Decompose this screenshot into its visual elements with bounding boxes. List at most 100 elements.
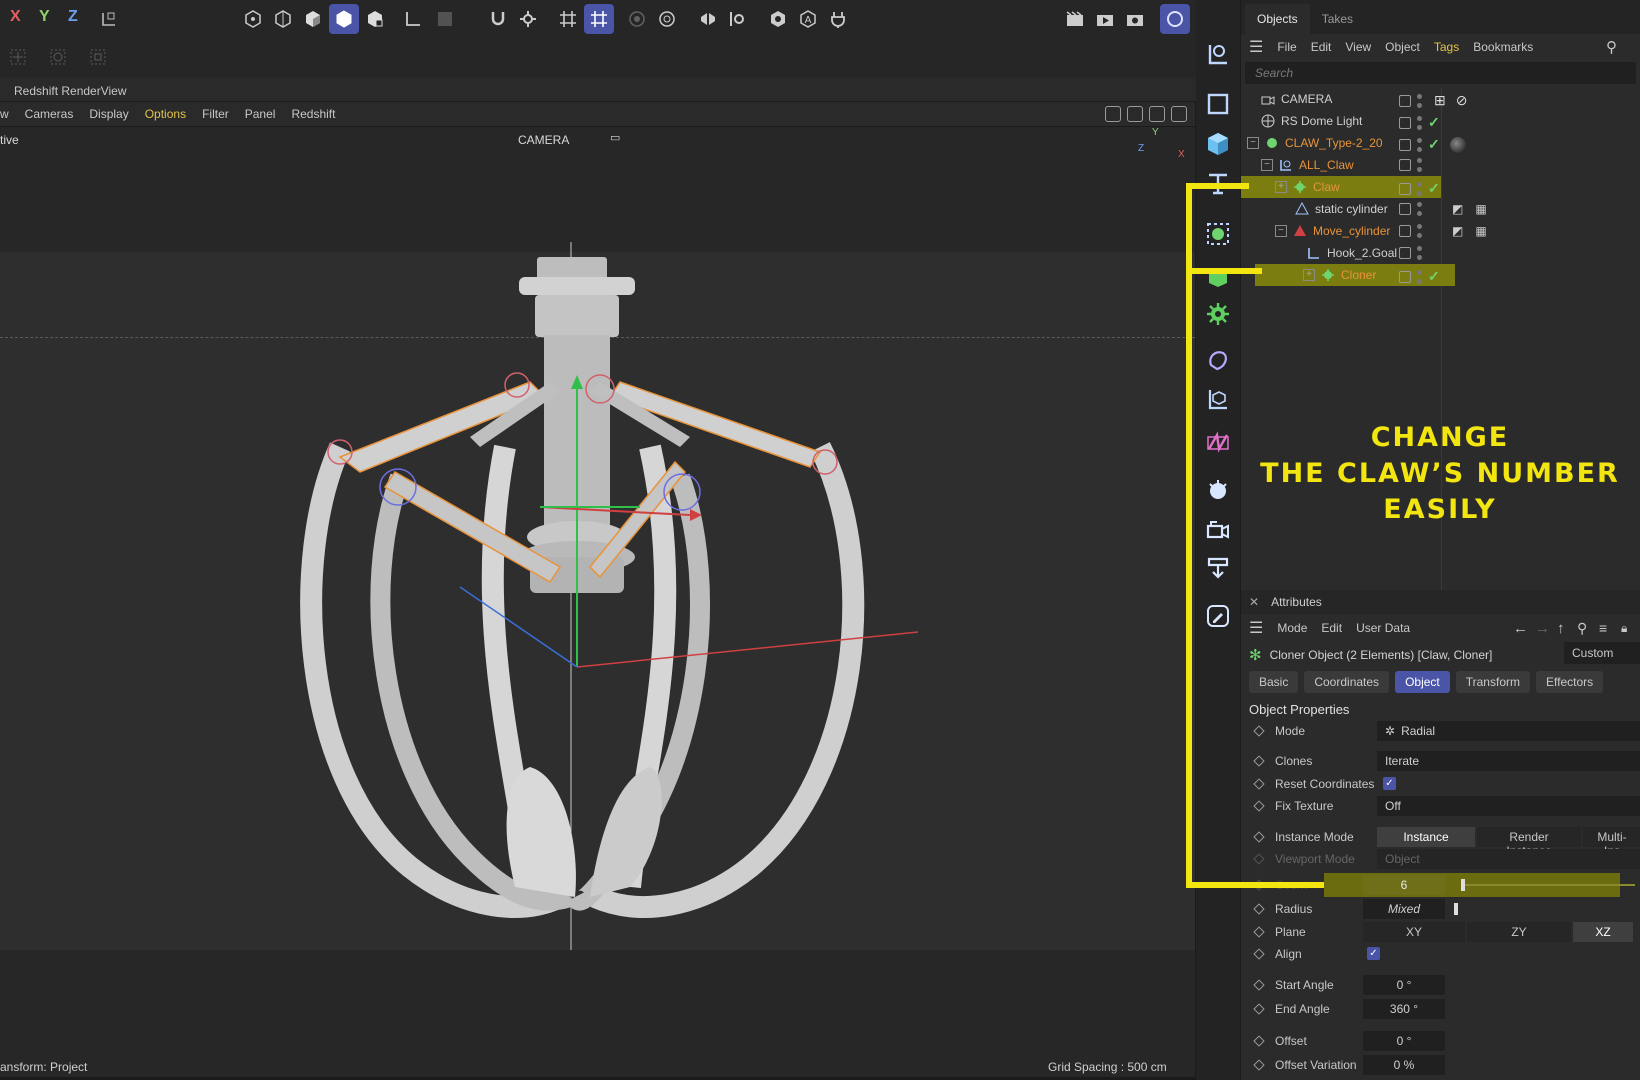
forward-arrow-icon[interactable]: → <box>1535 620 1550 637</box>
model-mode-icon[interactable] <box>238 4 268 34</box>
spline-wrap-icon[interactable] <box>1202 426 1234 458</box>
offset-input[interactable]: 0 ° <box>1363 1031 1445 1051</box>
viewport-mode-dropdown[interactable]: Object <box>1377 849 1640 869</box>
menu-edit[interactable]: Edit <box>1311 40 1332 54</box>
plane-xz-option[interactable]: XZ <box>1573 922 1633 942</box>
back-arrow-icon[interactable]: ← <box>1513 620 1528 637</box>
keyframe-diamond-icon[interactable] <box>1253 979 1265 991</box>
render-region-icon[interactable] <box>1060 4 1090 34</box>
edit-flag-icon[interactable] <box>1399 159 1411 171</box>
menu-tags[interactable]: Tags <box>1434 40 1459 54</box>
edit-flag-icon[interactable] <box>1399 94 1411 107</box>
rotate-tool-icon[interactable] <box>43 42 73 72</box>
phong-tag-icon[interactable]: ◩ <box>1452 202 1463 216</box>
edit-flag-icon[interactable] <box>1399 247 1411 259</box>
redshift-ipr-icon[interactable] <box>1160 4 1190 34</box>
maximize-view-icon[interactable] <box>1171 106 1187 122</box>
locking-icon[interactable] <box>763 4 793 34</box>
menu-bookmarks[interactable]: Bookmarks <box>1473 40 1533 54</box>
close-icon[interactable]: ✕ <box>1249 595 1259 609</box>
edit-flag-icon[interactable] <box>1399 138 1411 151</box>
edit-flag-icon[interactable] <box>1399 116 1411 129</box>
protection-tag-icon[interactable]: ⊘ <box>1456 92 1468 109</box>
menu-redshift[interactable]: Redshift <box>291 107 335 121</box>
collapse-icon[interactable]: − <box>1275 225 1287 237</box>
coordinate-system-icon[interactable] <box>94 4 124 34</box>
filter-icon[interactable]: ≡ <box>1599 620 1607 636</box>
tree-row-static-cylinder[interactable]: static cylinder ◩ ▦ <box>1241 198 1640 220</box>
phong-tag-icon[interactable]: ◩ <box>1452 224 1463 238</box>
texture-mode-icon[interactable] <box>430 4 460 34</box>
collapse-icon[interactable]: − <box>1247 137 1259 149</box>
mode-dropdown[interactable]: ✲ Radial <box>1377 721 1640 741</box>
cube-icon[interactable] <box>1202 128 1234 160</box>
edge-mode-icon[interactable] <box>298 4 328 34</box>
expand-icon[interactable]: + <box>1303 269 1315 281</box>
scale-tool-icon[interactable] <box>83 42 113 72</box>
soft-selection-icon[interactable] <box>622 4 652 34</box>
menu-view[interactable]: w <box>0 107 9 121</box>
cloner-object-icon[interactable] <box>1202 218 1234 250</box>
visibility-dots[interactable] <box>1417 224 1422 238</box>
auto-key-icon[interactable]: A <box>793 4 823 34</box>
tree-row-all-claw[interactable]: − ALL_Claw <box>1241 154 1640 176</box>
search-icon[interactable]: ⚲ <box>1606 38 1617 56</box>
enabled-check-icon[interactable]: ✓ <box>1428 136 1440 153</box>
lock-icon[interactable]: 🔒︎ <box>1621 621 1627 636</box>
keyframe-diamond-icon[interactable] <box>1253 926 1265 938</box>
grid-snap-icon[interactable] <box>553 4 583 34</box>
objects-search-input[interactable]: Search <box>1245 62 1636 84</box>
reset-coordinates-checkbox[interactable]: ✓ <box>1383 777 1396 790</box>
light-object-icon[interactable] <box>1202 552 1234 584</box>
render-view-icon[interactable] <box>1090 4 1120 34</box>
axis-z-toggle[interactable]: Z <box>68 8 78 26</box>
tree-row-claw-type[interactable]: − CLAW_Type-2_20 ✓ <box>1241 132 1640 154</box>
tab-objects[interactable]: Objects <box>1245 4 1310 34</box>
null-object-icon[interactable] <box>1202 38 1234 70</box>
end-angle-input[interactable]: 360 ° <box>1363 999 1445 1019</box>
collapse-icon[interactable]: − <box>1261 159 1273 171</box>
keyframe-diamond-icon[interactable] <box>1253 725 1265 737</box>
field-object-icon[interactable] <box>1202 383 1234 415</box>
visibility-dots[interactable] <box>1417 269 1422 284</box>
tab-transform[interactable]: Transform <box>1455 671 1530 693</box>
fix-texture-dropdown[interactable]: Off <box>1377 796 1640 816</box>
menu-options[interactable]: Options <box>145 107 186 121</box>
dolly-icon[interactable] <box>1127 106 1143 122</box>
hamburger-menu-icon[interactable]: ☰ <box>1249 618 1263 638</box>
edit-flag-icon[interactable] <box>1399 270 1411 283</box>
menu-display[interactable]: Display <box>89 107 128 121</box>
uvw-tag-icon[interactable]: ▦ <box>1475 224 1486 238</box>
visibility-dots[interactable] <box>1417 137 1422 152</box>
render-instance-option[interactable]: Render Instance <box>1477 827 1581 858</box>
sculpt-tool-icon[interactable] <box>1202 600 1234 632</box>
radius-input[interactable]: Mixed <box>1363 899 1445 919</box>
tab-object[interactable]: Object <box>1395 671 1450 693</box>
snap-icon[interactable] <box>483 4 513 34</box>
keyframe-diamond-icon[interactable] <box>1253 948 1265 960</box>
snap-settings-icon[interactable] <box>513 4 543 34</box>
count-slider-handle[interactable] <box>1461 879 1465 891</box>
offset-variation-input[interactable]: 0 % <box>1363 1055 1445 1075</box>
menu-panel[interactable]: Panel <box>245 107 276 121</box>
tree-row-dome-light[interactable]: RS Dome Light ✓ <box>1241 110 1640 132</box>
edit-flag-icon[interactable] <box>1399 203 1411 215</box>
camera-object-icon[interactable] <box>1202 514 1234 546</box>
expand-icon[interactable]: + <box>1275 181 1287 193</box>
enabled-check-icon[interactable]: ✓ <box>1428 114 1440 131</box>
menu-filter[interactable]: Filter <box>202 107 229 121</box>
symmetry-settings-icon[interactable] <box>722 4 752 34</box>
tab-coordinates[interactable]: Coordinates <box>1304 671 1390 693</box>
visibility-dots[interactable] <box>1417 246 1422 260</box>
enabled-check-icon[interactable]: ✓ <box>1428 268 1440 285</box>
scene-environment-icon[interactable] <box>1202 474 1234 506</box>
material-tag-icon[interactable] <box>1449 136 1466 153</box>
workplane-snap-icon[interactable] <box>584 4 614 34</box>
edit-flag-icon[interactable] <box>1399 225 1411 237</box>
claw-model[interactable] <box>0 127 1195 950</box>
3d-viewport[interactable]: tive CAMERA ▭ Y Z X ansform: Project Gri… <box>0 127 1195 1077</box>
tree-row-claw[interactable]: + Claw ✓ <box>1241 176 1441 198</box>
menu-object[interactable]: Object <box>1385 40 1420 54</box>
spline-rectangle-icon[interactable] <box>1202 88 1234 120</box>
keyframe-diamond-icon[interactable] <box>1253 831 1265 843</box>
